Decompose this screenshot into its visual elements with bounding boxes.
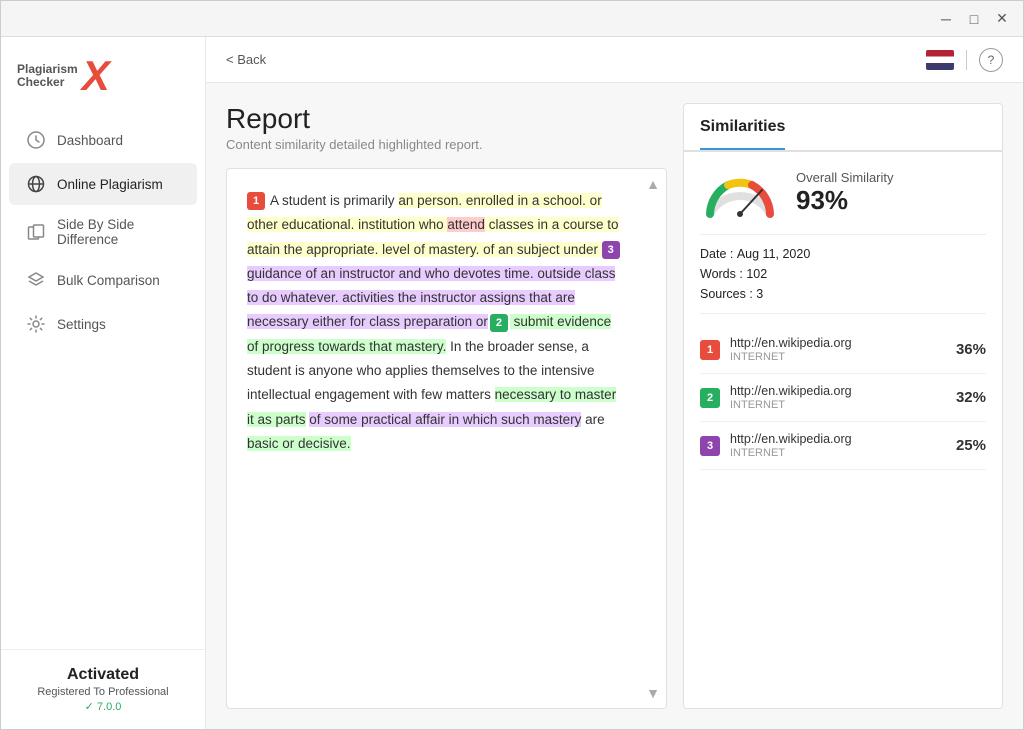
logo-checker: Checker: [17, 76, 78, 89]
sidebar-item-dashboard[interactable]: Dashboard: [9, 119, 197, 161]
sidebar-label-online: Online Plagiarism: [57, 177, 163, 192]
gauge-container: [700, 168, 780, 218]
source-type-1: INTERNET: [730, 351, 948, 363]
logo-area: Plagiarism Checker X: [1, 37, 205, 109]
source-pct-2: 32%: [956, 389, 986, 406]
text-seg-3: few matters: [421, 387, 495, 402]
sidebar-label-bulk: Bulk Comparison: [57, 273, 160, 288]
sidebar-item-online-plagiarism[interactable]: Online Plagiarism: [9, 163, 197, 205]
sidebar-label-dashboard: Dashboard: [57, 133, 123, 148]
sim-date: Date : Aug 11, 2020: [700, 247, 986, 261]
words-label: Words :: [700, 267, 743, 281]
text-seg-5: are: [581, 412, 604, 427]
scroll-column: ▲ ▼: [640, 169, 666, 708]
sim-header: Similarities: [684, 104, 1002, 152]
sidebar-label-settings: Settings: [57, 317, 106, 332]
maximize-button[interactable]: □: [961, 6, 987, 32]
sim-title: Similarities: [700, 118, 785, 150]
date-value: Aug 11, 2020: [737, 247, 810, 261]
app-window: ─ □ ✕ Plagiarism Checker X: [0, 0, 1024, 730]
close-button[interactable]: ✕: [989, 6, 1015, 32]
overall-label: Overall Similarity: [796, 170, 894, 185]
dashboard-icon: [25, 129, 47, 151]
activated-label: Activated: [17, 666, 189, 684]
content-area: < Back ? Report Content similarity detai…: [206, 37, 1023, 729]
top-bar-right: ?: [926, 48, 1003, 72]
source-num-3: 3: [700, 436, 720, 456]
title-bar: ─ □ ✕: [1, 1, 1023, 37]
report-title: Report: [226, 103, 667, 135]
date-label: Date :: [700, 247, 733, 261]
text-hl-8: basic or decisive.: [247, 436, 351, 451]
logo-x: X: [82, 55, 110, 97]
scroll-up-button[interactable]: ▲: [642, 173, 664, 195]
sim-sources: Sources : 3: [700, 287, 986, 301]
report-scroll-area[interactable]: 1 A student is primarily an person. enro…: [227, 169, 640, 708]
para-num-3: 3: [602, 241, 620, 259]
source-pct-3: 25%: [956, 437, 986, 454]
report-main: Report Content similarity detailed highl…: [206, 83, 1023, 729]
source-info-3: http://en.wikipedia.org INTERNET: [730, 432, 948, 459]
report-subtitle: Content similarity detailed highlighted …: [226, 137, 667, 152]
similarity-panel: Similarities: [683, 103, 1003, 709]
sources-value: 3: [756, 287, 763, 301]
source-item-1: 1 http://en.wikipedia.org INTERNET 36%: [700, 326, 986, 374]
back-link[interactable]: < Back: [226, 52, 266, 67]
nav-items: Dashboard Online Plagiarism: [1, 109, 205, 649]
para-num-2: 2: [490, 314, 508, 332]
globe-icon: [25, 173, 47, 195]
source-item-3: 3 http://en.wikipedia.org INTERNET 25%: [700, 422, 986, 470]
source-info-1: http://en.wikipedia.org INTERNET: [730, 336, 948, 363]
report-content-wrapper: 1 A student is primarily an person. enro…: [226, 168, 667, 709]
overall-percent: 93%: [796, 185, 894, 216]
para-num-1: 1: [247, 192, 265, 210]
report-title-area: Report Content similarity detailed highl…: [226, 103, 667, 152]
source-type-2: INTERNET: [730, 399, 948, 411]
source-num-1: 1: [700, 340, 720, 360]
app-body: Plagiarism Checker X Dashboard: [1, 37, 1023, 729]
source-pct-1: 36%: [956, 341, 986, 358]
sim-words: Words : 102: [700, 267, 986, 281]
version-label: ✓ 7.0.0: [17, 700, 189, 713]
help-button[interactable]: ?: [979, 48, 1003, 72]
source-url-2[interactable]: http://en.wikipedia.org: [730, 384, 948, 398]
text-hl-7: of some practical affair in which such m…: [309, 412, 581, 427]
copy-icon: [25, 221, 47, 243]
text-seg-1: A student is primarily: [270, 193, 398, 208]
sidebar: Plagiarism Checker X Dashboard: [1, 37, 206, 729]
registered-label: Registered To Professional: [17, 686, 189, 698]
divider: [966, 50, 967, 70]
layers-icon: [25, 269, 47, 291]
report-text: 1 A student is primarily an person. enro…: [247, 189, 624, 456]
sidebar-label-side: Side By Side Difference: [57, 217, 181, 247]
sim-divider-2: [700, 313, 986, 314]
source-url-3[interactable]: http://en.wikipedia.org: [730, 432, 948, 446]
sidebar-footer: Activated Registered To Professional ✓ 7…: [1, 649, 205, 729]
sidebar-item-settings[interactable]: Settings: [9, 303, 197, 345]
source-num-2: 2: [700, 388, 720, 408]
scroll-down-button[interactable]: ▼: [642, 682, 664, 704]
source-item-2: 2 http://en.wikipedia.org INTERNET 32%: [700, 374, 986, 422]
sim-divider-1: [700, 234, 986, 235]
sidebar-item-side-by-side[interactable]: Side By Side Difference: [9, 207, 197, 257]
gauge-row: Overall Similarity 93%: [700, 168, 986, 218]
top-bar: < Back ?: [206, 37, 1023, 83]
report-section: Report Content similarity detailed highl…: [226, 103, 667, 709]
flag-icon: [926, 50, 954, 70]
source-type-3: INTERNET: [730, 447, 948, 459]
logo-text: Plagiarism Checker: [17, 63, 78, 89]
gear-icon: [25, 313, 47, 335]
sidebar-item-bulk-comparison[interactable]: Bulk Comparison: [9, 259, 197, 301]
sources-label: Sources :: [700, 287, 753, 301]
source-url-1[interactable]: http://en.wikipedia.org: [730, 336, 948, 350]
minimize-button[interactable]: ─: [933, 6, 959, 32]
words-value: 102: [746, 267, 767, 281]
overall-info: Overall Similarity 93%: [796, 170, 894, 216]
source-info-2: http://en.wikipedia.org INTERNET: [730, 384, 948, 411]
sim-body: Overall Similarity 93% Date : Aug 11, 20…: [684, 152, 1002, 708]
text-hl-2: attend: [447, 217, 485, 232]
